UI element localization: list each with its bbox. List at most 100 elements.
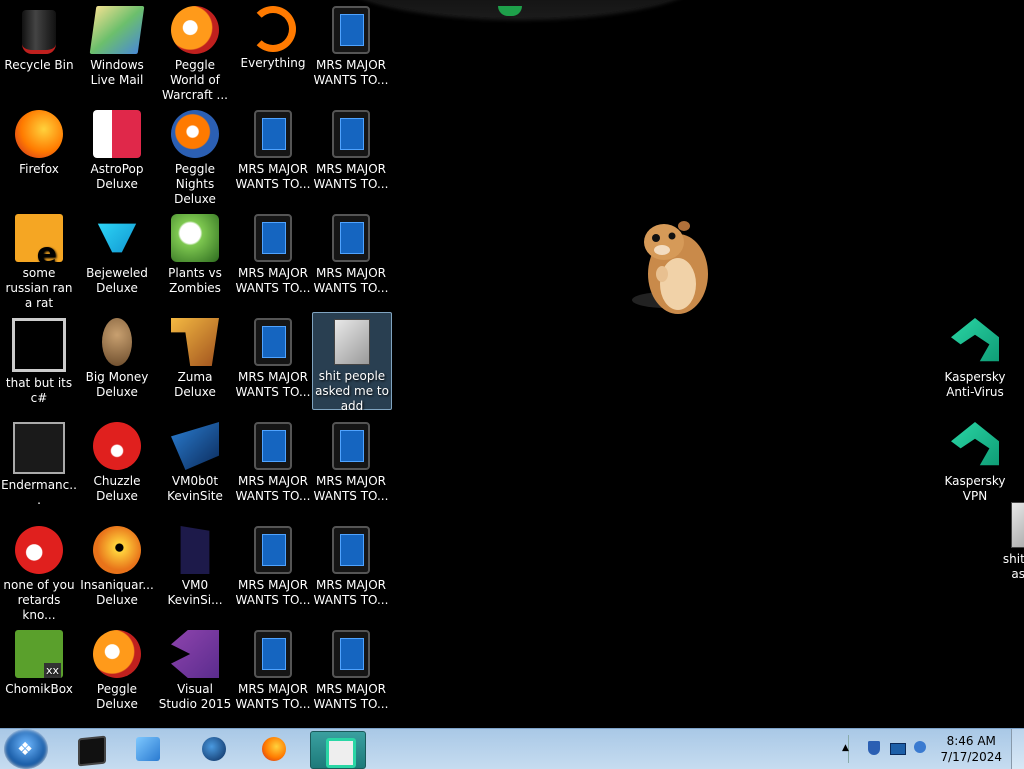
- desktop-icon-label: MRS MAJOR WANTS TO...: [235, 370, 311, 399]
- desktop-icon-zuma-deluxe[interactable]: Zuma Deluxe: [156, 312, 234, 408]
- desktop-icon-mrs-major-5[interactable]: MRS MAJOR WANTS TO...: [312, 208, 390, 304]
- desktop-icon-kaspersky-anti-virus[interactable]: Kaspersky Anti-Virus: [936, 312, 1014, 408]
- desktop-icon-label: MRS MAJOR WANTS TO...: [235, 578, 311, 607]
- vm0b0t-kevinsite-icon: [171, 422, 219, 470]
- desktop-icon-recycle-bin[interactable]: Recycle Bin: [0, 0, 78, 96]
- desktop-icon-some-russian-ran-a-rat[interactable]: some russian ran a rat: [0, 208, 78, 310]
- desktop-icon-label: Endermanc...: [1, 478, 77, 507]
- desktop-icon-label: Kaspersky Anti-Virus: [944, 370, 1006, 399]
- clock-time: 8:46 AM: [946, 734, 996, 748]
- peggle-nights-deluxe-icon: [171, 110, 219, 158]
- desktop-icon-chomikbox[interactable]: ChomikBox: [0, 624, 78, 720]
- taskbar-pinned-media-player[interactable]: [122, 731, 174, 767]
- plants-vs-zombies-icon: [171, 214, 219, 262]
- desktop-icon-mrs-major-8[interactable]: MRS MAJOR WANTS TO...: [312, 416, 390, 512]
- desktop-icon-chuzzle-deluxe[interactable]: Chuzzle Deluxe: [78, 416, 156, 512]
- desktop-icon-mrs-major-9[interactable]: MRS MAJOR WANTS TO...: [234, 520, 312, 616]
- desktop-icon-firefox[interactable]: Firefox: [0, 104, 78, 200]
- desktop-icon-mrs-major-3[interactable]: MRS MAJOR WANTS TO...: [312, 104, 390, 200]
- desktop-icon-insaniquarium-deluxe[interactable]: Insaniquar... Deluxe: [78, 520, 156, 616]
- desktop-icon-vm0-kevinsite[interactable]: VM0 KevinSi...: [156, 520, 234, 616]
- desktop-icon-big-money-deluxe[interactable]: Big Money Deluxe: [78, 312, 156, 408]
- that-but-its-csharp-icon: [12, 318, 66, 372]
- desktop-icon-mrs-major-2[interactable]: MRS MAJOR WANTS TO...: [234, 104, 312, 200]
- desktop-icon-visual-studio-2015[interactable]: Visual Studio 2015: [156, 624, 234, 720]
- desktop-icon-bejeweled-deluxe[interactable]: Bejeweled Deluxe: [78, 208, 156, 304]
- desktop-icon-windows-live-mail[interactable]: Windows Live Mail: [78, 0, 156, 96]
- kaspersky-anti-virus-icon: [951, 318, 999, 362]
- security-shield-icon[interactable]: [868, 741, 880, 755]
- visual-studio-2015-icon: [171, 630, 219, 678]
- desktop-icon-label: Firefox: [19, 162, 59, 176]
- desktop-icon-label: MRS MAJOR WANTS TO...: [235, 266, 311, 295]
- desktop-icon-mrs-major-7[interactable]: MRS MAJOR WANTS TO...: [234, 416, 312, 512]
- desktop-icon-mrs-major-6[interactable]: MRS MAJOR WANTS TO...: [234, 312, 312, 408]
- desktop-icon-mrs-major-12[interactable]: MRS MAJOR WANTS TO...: [312, 624, 390, 720]
- desktop-icon-label: Zuma Deluxe: [174, 370, 216, 399]
- volume-icon[interactable]: [914, 741, 926, 753]
- recycle-bin-icon: [22, 10, 56, 54]
- desktop-icon-endermanch[interactable]: Endermanc...: [0, 416, 78, 512]
- start-button[interactable]: ❖: [4, 729, 48, 769]
- desktop-icon-shit-people-asked-me-to-add[interactable]: shit people asked me to add: [312, 312, 392, 413]
- desktop-icon-everything[interactable]: Everything: [234, 0, 312, 96]
- desktop-icon-vm0b0t-kevinsite[interactable]: VM0b0t KevinSite: [156, 416, 234, 512]
- tablet-icon: [78, 735, 106, 767]
- windows-live-mail-icon: [89, 6, 145, 54]
- desktop-icon-label: MRS MAJOR WANTS TO...: [313, 58, 389, 87]
- desktop-icon-mrs-major-11[interactable]: MRS MAJOR WANTS TO...: [234, 624, 312, 720]
- mrs-major-6-icon: [254, 318, 292, 366]
- desktop-icon-label: that but its c#: [5, 376, 73, 405]
- desktop-icon-peggle-world-of-warcraft[interactable]: Peggle World of Warcraft ...: [156, 0, 234, 102]
- desktop-icon-mrs-major-4[interactable]: MRS MAJOR WANTS TO...: [234, 208, 312, 304]
- mrs-major-4-icon: [254, 214, 292, 262]
- desktop-icon-label: VM0b0t KevinSite: [167, 474, 223, 503]
- firefox-icon: [262, 737, 286, 761]
- show-hidden-icons-button[interactable]: ▲: [842, 743, 849, 753]
- desktop-icon-label: Everything: [240, 56, 306, 70]
- shit-people-asked-partial-icon: [1011, 502, 1024, 548]
- desktop-icon-label: some russian ran a rat: [5, 266, 73, 310]
- desktop-icon-label: MRS MAJOR WANTS TO...: [313, 266, 389, 295]
- mrs-major-12-icon: [332, 630, 370, 678]
- network-icon[interactable]: [890, 743, 906, 755]
- desktop-icon-label: MRS MAJOR WANTS TO...: [313, 474, 389, 503]
- desktop-icon-shit-people-asked-partial[interactable]: shit pe... asked: [990, 496, 1024, 592]
- desktop-icon-label: ChomikBox: [5, 682, 73, 696]
- tray-clock[interactable]: 8:46 AM 7/17/2024: [940, 733, 1002, 765]
- zuma-deluxe-icon: [171, 318, 219, 366]
- desktop-icon-mrs-major-1[interactable]: MRS MAJOR WANTS TO...: [312, 0, 390, 96]
- chuzzle-deluxe-icon: [93, 422, 141, 470]
- desktop-icon-none-of-you-retards-kno[interactable]: none of you retards kno...: [0, 520, 78, 622]
- desktop-icon-label: AstroPop Deluxe: [90, 162, 144, 191]
- taskbar-pinned-globe[interactable]: [188, 731, 240, 767]
- desktop-icon-label: shit pe... asked: [1002, 552, 1024, 581]
- mrs-major-11-icon: [254, 630, 292, 678]
- kaspersky-vpn-icon: [951, 422, 999, 466]
- desktop-icon-mrs-major-10[interactable]: MRS MAJOR WANTS TO...: [312, 520, 390, 616]
- desktop-icon-label: MRS MAJOR WANTS TO...: [313, 162, 389, 191]
- show-desktop-button[interactable]: [1011, 729, 1024, 769]
- windows-logo-icon: ❖: [17, 739, 34, 760]
- desktop-icon-label: Insaniquar... Deluxe: [80, 578, 154, 607]
- desktop-icon-label: MRS MAJOR WANTS TO...: [313, 578, 389, 607]
- desktop-icon-label: Bejeweled Deluxe: [86, 266, 148, 295]
- desktop-icon-label: MRS MAJOR WANTS TO...: [235, 474, 311, 503]
- desktop-icon-peggle-nights-deluxe[interactable]: Peggle Nights Deluxe: [156, 104, 234, 206]
- desktop-icon-label: shit people asked me to add: [315, 369, 389, 413]
- vm0-kevinsite-icon: [180, 526, 210, 574]
- desktop-icon-label: VM0 KevinSi...: [167, 578, 223, 607]
- desktop-icon-label: Visual Studio 2015: [158, 682, 232, 711]
- taskbar-pinned-kaspersky[interactable]: [310, 731, 366, 769]
- bejeweled-deluxe-icon: [97, 223, 137, 253]
- desktop-icon-peggle-deluxe[interactable]: Peggle Deluxe: [78, 624, 156, 720]
- taskbar-pinned-firefox[interactable]: [248, 731, 300, 767]
- desktop-icon-that-but-its-csharp[interactable]: that but its c#: [0, 312, 78, 408]
- desktop-icon-plants-vs-zombies[interactable]: Plants vs Zombies: [156, 208, 234, 304]
- desktop-icon-astropop-deluxe[interactable]: AstroPop Deluxe: [78, 104, 156, 200]
- hamster-desktop-pet[interactable]: [628, 212, 712, 320]
- clock-date: 7/17/2024: [940, 750, 1002, 764]
- insaniquarium-deluxe-icon: [93, 526, 141, 574]
- taskbar-pinned-tablet[interactable]: [64, 731, 116, 767]
- kaspersky-icon: [326, 738, 356, 768]
